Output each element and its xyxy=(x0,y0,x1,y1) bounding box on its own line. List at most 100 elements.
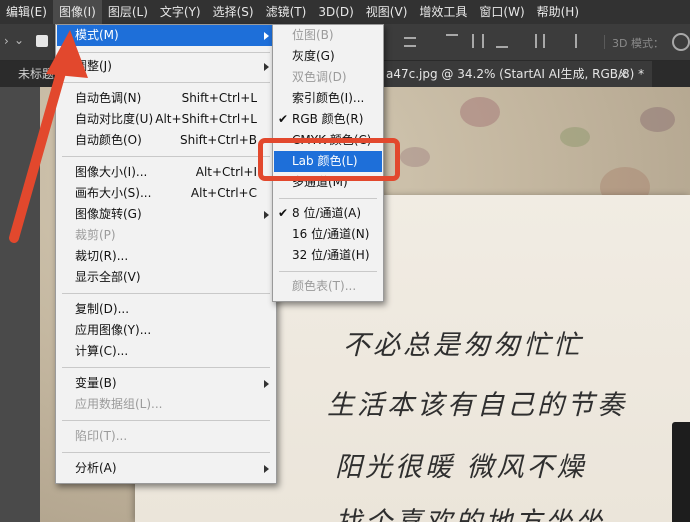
menu-item-label: 裁切(R)... xyxy=(75,249,129,263)
menu-separator xyxy=(62,52,270,53)
submenu-arrow-icon xyxy=(264,380,269,388)
menu-item-label: RGB 颜色(R) xyxy=(292,112,364,126)
divider xyxy=(604,35,605,49)
menu-window[interactable]: 窗口(W) xyxy=(473,0,530,24)
mode-item-indexed-color[interactable]: 索引颜色(I)... xyxy=(274,88,382,109)
menu-separator xyxy=(62,452,270,453)
menu-filter[interactable]: 滤镜(T) xyxy=(260,0,313,24)
menu-item-label: 颜色表(T)... xyxy=(292,279,357,293)
menu-item-shortcut: Shift+Ctrl+L xyxy=(181,91,257,105)
menu-type[interactable]: 文字(Y) xyxy=(154,0,207,24)
image-menu-dropdown: 模式(M) 调整(J) 自动色调(N) Shift+Ctrl+L 自动对比度(U)… xyxy=(55,24,277,484)
menu-item-apply-image[interactable]: 应用图像(Y)... xyxy=(57,320,275,341)
poem-line: 找个喜欢的地方坐坐 xyxy=(335,500,605,522)
menu-image[interactable]: 图像(I) xyxy=(52,0,102,24)
menu-item-label: 索引颜色(I)... xyxy=(292,91,365,105)
menu-item-image-size[interactable]: 图像大小(I)... Alt+Ctrl+I xyxy=(57,162,275,183)
chevron-down-icon[interactable]: ⌄ xyxy=(14,33,24,47)
submenu-arrow-icon xyxy=(264,465,269,473)
menu-help[interactable]: 帮助(H) xyxy=(531,0,585,24)
distribute-horizontal-icon[interactable] xyxy=(535,34,545,48)
menu-item-label: 计算(C)... xyxy=(75,344,129,358)
menu-item-label: 复制(D)... xyxy=(75,302,130,316)
submenu-arrow-icon xyxy=(264,32,269,40)
menu-3d[interactable]: 3D(D) xyxy=(312,0,359,24)
menu-select[interactable]: 选择(S) xyxy=(207,0,260,24)
menu-separator xyxy=(62,156,270,157)
floral-pattern xyxy=(640,107,675,132)
menu-item-label: 变量(B) xyxy=(75,376,117,390)
menu-item-label: 自动颜色(O) xyxy=(75,133,142,147)
menu-item-calculations[interactable]: 计算(C)... xyxy=(57,341,275,362)
menu-item-crop[interactable]: 裁剪(P) xyxy=(57,225,275,246)
menu-item-label: 自动对比度(U) xyxy=(75,112,154,126)
menu-item-label: 16 位/通道(N) xyxy=(292,227,370,241)
menu-bar: 编辑(E) 图像(I) 图层(L) 文字(Y) 选择(S) 滤镜(T) 3D(D… xyxy=(0,0,690,24)
menu-separator xyxy=(62,293,270,294)
menu-item-trim[interactable]: 裁切(R)... xyxy=(57,246,275,267)
menu-separator xyxy=(62,420,270,421)
menu-item-label: 8 位/通道(A) xyxy=(292,206,362,220)
menu-item-label: 画布大小(S)... xyxy=(75,186,152,200)
menu-item-label: 图像旋转(G) xyxy=(75,207,142,221)
align-vcenter-icon[interactable] xyxy=(472,34,484,48)
mode-item-32-bit[interactable]: 32 位/通道(H) xyxy=(274,245,382,266)
menu-item-label: 显示全部(V) xyxy=(75,270,141,284)
poem-line: 不必总是匆匆忙忙 xyxy=(343,330,583,361)
menu-item-label: 裁剪(P) xyxy=(75,228,116,242)
mode-item-16-bit[interactable]: 16 位/通道(N) xyxy=(274,224,382,245)
menu-item-duplicate[interactable]: 复制(D)... xyxy=(57,299,275,320)
menu-item-analysis[interactable]: 分析(A) xyxy=(57,458,275,479)
menu-item-canvas-size[interactable]: 画布大小(S)... Alt+Ctrl+C xyxy=(57,183,275,204)
mode-item-color-table[interactable]: 颜色表(T)... xyxy=(274,276,382,297)
menu-item-label: 分析(A) xyxy=(75,461,117,475)
menu-edit[interactable]: 编辑(E) xyxy=(0,0,53,24)
mode-item-grayscale[interactable]: 灰度(G) xyxy=(274,46,382,67)
distribute-icon[interactable] xyxy=(404,37,416,47)
mode-item-rgb-color[interactable]: ✔ RGB 颜色(R) xyxy=(274,109,382,130)
menu-item-label: 调整(J) xyxy=(75,59,112,73)
annotation-highlight-box xyxy=(258,138,400,181)
menu-separator xyxy=(279,198,377,199)
menu-item-label: 陷印(T)... xyxy=(75,429,128,443)
menu-item-adjust[interactable]: 调整(J) xyxy=(57,56,275,77)
checkmark-icon: ✔ xyxy=(278,112,289,126)
chevron-left-icon[interactable]: › xyxy=(4,34,9,48)
tab-active-document[interactable]: a47c.jpg @ 34.2% (StartAI AI生成, RGB/8) * xyxy=(378,61,653,87)
menu-item-mode[interactable]: 模式(M) xyxy=(57,25,275,46)
menu-item-shortcut: Alt+Ctrl+C xyxy=(190,186,257,200)
align-left-icon[interactable] xyxy=(575,34,587,48)
menu-item-apply-data-set[interactable]: 应用数据组(L)... xyxy=(57,394,275,415)
menu-item-label: 双色调(D) xyxy=(292,70,347,84)
ink-bottle xyxy=(672,422,690,522)
menu-item-label: 图像大小(I)... xyxy=(75,165,148,179)
auto-select-checkbox[interactable] xyxy=(36,35,48,47)
tab-close-icon[interactable]: × xyxy=(614,61,632,87)
poem-line: 生活本该有自己的节奏 xyxy=(327,390,627,421)
menu-item-auto-contrast[interactable]: 自动对比度(U) Alt+Shift+Ctrl+L xyxy=(57,109,275,130)
menu-view[interactable]: 视图(V) xyxy=(360,0,414,24)
submenu-arrow-icon xyxy=(264,63,269,71)
menu-item-auto-color[interactable]: 自动颜色(O) Shift+Ctrl+B xyxy=(57,130,275,151)
menu-item-label: 位图(B) xyxy=(292,28,334,42)
align-top-icon[interactable] xyxy=(446,34,458,48)
menu-item-shortcut: Shift+Ctrl+B xyxy=(180,133,257,147)
3d-rotate-icon[interactable] xyxy=(672,33,690,51)
menu-layer[interactable]: 图层(L) xyxy=(102,0,154,24)
mode-item-bitmap[interactable]: 位图(B) xyxy=(274,25,382,46)
3d-mode-label: 3D 模式： xyxy=(612,37,664,50)
floral-pattern xyxy=(460,97,500,127)
menu-item-label: 应用图像(Y)... xyxy=(75,323,152,337)
menu-item-reveal-all[interactable]: 显示全部(V) xyxy=(57,267,275,288)
menu-item-auto-tone[interactable]: 自动色调(N) Shift+Ctrl+L xyxy=(57,88,275,109)
menu-item-image-rotation[interactable]: 图像旋转(G) xyxy=(57,204,275,225)
mode-item-8-bit[interactable]: ✔ 8 位/通道(A) xyxy=(274,203,382,224)
align-bottom-icon[interactable] xyxy=(496,34,508,48)
menu-separator xyxy=(62,82,270,83)
menu-separator xyxy=(62,367,270,368)
mode-item-duotone[interactable]: 双色调(D) xyxy=(274,67,382,88)
menu-plugins[interactable]: 增效工具 xyxy=(413,0,473,24)
menu-item-trap[interactable]: 陷印(T)... xyxy=(57,426,275,447)
menu-separator xyxy=(279,271,377,272)
menu-item-variables[interactable]: 变量(B) xyxy=(57,373,275,394)
